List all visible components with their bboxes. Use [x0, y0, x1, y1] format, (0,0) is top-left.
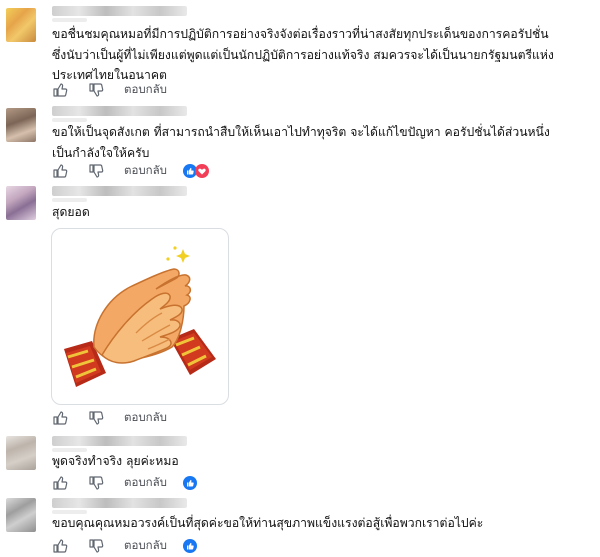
avatar[interactable]	[6, 8, 36, 42]
comment-line: เป็นกำลังใจให้ครับ	[52, 145, 150, 160]
comment-line: สุดยอด	[52, 205, 90, 219]
avatar[interactable]	[6, 498, 36, 532]
avatar[interactable]	[6, 186, 36, 220]
thumbs-up-icon[interactable]	[52, 538, 68, 554]
thumbs-up-icon[interactable]	[52, 475, 68, 491]
thumbs-down-icon[interactable]	[88, 475, 104, 491]
comment-actions: ตอบกลับ	[52, 538, 197, 554]
love-reaction-icon	[195, 164, 209, 178]
reply-button[interactable]: ตอบกลับ	[124, 81, 167, 99]
avatar[interactable]	[6, 436, 36, 470]
like-reaction-icon	[183, 476, 197, 490]
avatar[interactable]	[6, 108, 36, 142]
comment-line: ซึ่งนับว่าเป็นผู้ที่ไม่เพียงแต่พูดแต่เป็…	[52, 47, 554, 62]
comment-actions: ตอบกลับ	[52, 82, 183, 98]
thumbs-down-icon[interactable]	[88, 410, 104, 426]
thumbs-up-icon[interactable]	[52, 410, 68, 426]
reactions-summary[interactable]	[183, 476, 197, 490]
like-reaction-icon	[183, 539, 197, 553]
reply-button[interactable]: ตอบกลับ	[124, 162, 167, 180]
author-name-blurred[interactable]	[52, 186, 187, 196]
comment-actions: ตอบกลับ	[52, 475, 197, 491]
author-name-blurred[interactable]	[52, 6, 187, 16]
reply-button[interactable]: ตอบกลับ	[124, 409, 167, 427]
comment-line: ขอชื่นชมคุณหมอที่มีการปฏิบัติการอย่างจริ…	[52, 27, 549, 41]
thumbs-up-icon[interactable]	[52, 82, 68, 98]
thumbs-down-icon[interactable]	[88, 538, 104, 554]
comment-text: สุดยอด	[52, 202, 90, 223]
author-name-blurred[interactable]	[52, 498, 187, 508]
author-name-blurred[interactable]	[52, 436, 187, 446]
comment-line: พูดจริงทำจริง ลุยค่ะหมอ	[52, 454, 179, 468]
thumbs-down-icon[interactable]	[88, 163, 104, 179]
comment-line: ขอให้เป็นจุดสังเกต ที่สามารถนำสืบให้เห็น…	[52, 125, 550, 139]
author-name-blurred[interactable]	[52, 106, 187, 116]
clapping-hands-sticker	[64, 246, 216, 387]
comment-line: ขอบคุณคุณหมอวรงค์เป็นที่สุดค่ะขอให้ท่านส…	[52, 516, 484, 530]
reactions-summary[interactable]	[183, 164, 209, 178]
comment-text: ขอบคุณคุณหมอวรงค์เป็นที่สุดค่ะขอให้ท่านส…	[52, 513, 483, 534]
thumbs-up-icon[interactable]	[52, 163, 68, 179]
comment-text: ขอชื่นชมคุณหมอที่มีการปฏิบัติการอย่างจริ…	[52, 24, 554, 86]
comment-text: พูดจริงทำจริง ลุยค่ะหมอ	[52, 451, 179, 472]
reactions-summary[interactable]	[183, 539, 197, 553]
thumbs-down-icon[interactable]	[88, 82, 104, 98]
comment-text: ขอให้เป็นจุดสังเกต ที่สามารถนำสืบให้เห็น…	[52, 122, 550, 163]
comment-actions: ตอบกลับ	[52, 163, 209, 179]
author-name-blurred-extra	[52, 18, 87, 22]
sticker[interactable]	[51, 228, 229, 405]
comment-actions: ตอบกลับ	[52, 410, 183, 426]
reply-button[interactable]: ตอบกลับ	[124, 537, 167, 555]
reply-button[interactable]: ตอบกลับ	[124, 474, 167, 492]
